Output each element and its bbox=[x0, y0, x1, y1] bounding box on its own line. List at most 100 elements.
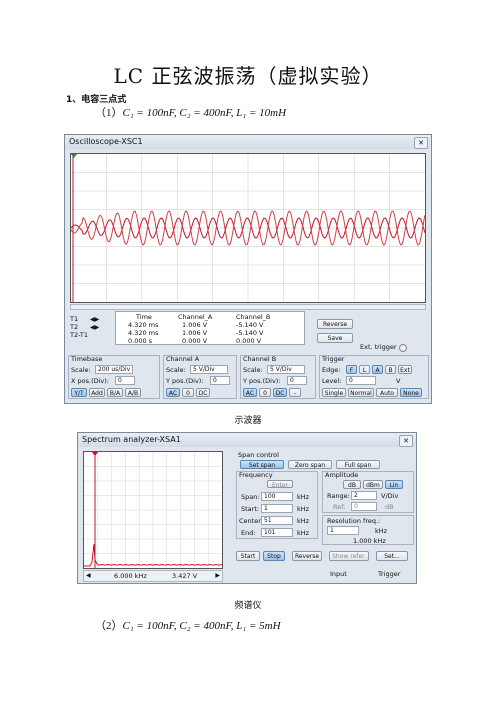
timebase-xpos-label: X pos.(Div): bbox=[71, 377, 109, 385]
page-title: LC 正弦波振荡（虚拟实验） bbox=[113, 64, 383, 88]
dbm-button[interactable]: dBm bbox=[363, 480, 383, 489]
channel-b-dc-button[interactable]: DC bbox=[273, 388, 287, 397]
ext-trigger-connector[interactable] bbox=[399, 344, 407, 352]
frequency-title: Frequency bbox=[239, 471, 273, 479]
full-span-button[interactable]: Full span bbox=[336, 460, 380, 469]
channel-b-invert-button[interactable]: - bbox=[289, 388, 301, 397]
none-mode-button[interactable]: None bbox=[400, 388, 422, 397]
channel-a-group: Channel A Scale: 5 V/Div Y pos.(Div): 0 … bbox=[163, 355, 237, 399]
reverse-spectrum-button[interactable]: Reverse bbox=[292, 551, 322, 561]
normal-mode-button[interactable]: Normal bbox=[348, 388, 374, 397]
formula-1-prefix: （1） bbox=[95, 107, 123, 119]
channel-a-scale-label: Scale: bbox=[166, 366, 186, 374]
t1-arrows-icon[interactable]: ◀▶ bbox=[90, 316, 99, 324]
channel-b-zero-button[interactable]: 0 bbox=[259, 388, 271, 397]
start-button[interactable]: Start bbox=[236, 551, 260, 561]
lin-button[interactable]: Lin bbox=[385, 480, 403, 489]
end-label: End: bbox=[241, 529, 256, 537]
readout-amplitude: 3.427 V bbox=[172, 572, 198, 580]
row-label-t2t1: T2-T1 bbox=[70, 331, 88, 339]
center-field[interactable]: 51 bbox=[261, 516, 293, 525]
channel-a-ypos-field[interactable]: 0 bbox=[210, 376, 230, 385]
spectrum-screen bbox=[83, 451, 223, 569]
amplitude-title: Amplitude bbox=[325, 471, 359, 479]
show-refer-button[interactable]: Show refer. bbox=[329, 551, 369, 561]
resolution-field[interactable]: 1 bbox=[327, 526, 359, 535]
caption-oscilloscope: 示波器 bbox=[234, 416, 262, 426]
trigger-source-b-button[interactable]: B bbox=[385, 365, 396, 374]
ab-mode-button[interactable]: A/B bbox=[125, 388, 141, 397]
timebase-scale-label: Scale: bbox=[71, 366, 91, 374]
spectrum-titlebar: Spectrum analyzer-XSA1 ✕ bbox=[78, 433, 416, 447]
timebase-group: Timebase Scale: 200 us/Div X pos.(Div): … bbox=[68, 355, 160, 399]
enter-button[interactable]: Enter bbox=[267, 480, 293, 489]
save-button[interactable]: Save bbox=[317, 333, 353, 343]
span-control-title: Span control bbox=[238, 451, 279, 459]
trigger-source-a-button[interactable]: A bbox=[372, 365, 383, 374]
channel-a-zero-button[interactable]: 0 bbox=[182, 388, 194, 397]
edge-falling-button[interactable]: F bbox=[346, 365, 357, 374]
oscilloscope-plot bbox=[70, 154, 426, 302]
channel-b-group: Channel B Scale: 5 V/Div Y pos.(Div): 0 … bbox=[240, 355, 316, 399]
range-unit: V/Div bbox=[381, 492, 399, 500]
oscilloscope-titlebar: Oscilloscope-XSC1 ✕ bbox=[65, 135, 431, 149]
input-label: Input bbox=[330, 570, 347, 578]
col-time-header: Time bbox=[136, 313, 152, 321]
channel-a-scale-field[interactable]: 5 V/Div bbox=[190, 365, 228, 374]
channel-b-ac-button[interactable]: AC bbox=[243, 388, 257, 397]
set-span-button[interactable]: Set span bbox=[240, 460, 284, 469]
auto-mode-button[interactable]: Auto bbox=[376, 388, 398, 397]
stop-button[interactable]: Stop bbox=[263, 551, 285, 561]
close-icon[interactable]: ✕ bbox=[414, 137, 428, 149]
col-channel-b-header: Channel_B bbox=[236, 313, 271, 321]
single-mode-button[interactable]: Single bbox=[322, 388, 346, 397]
ref-field[interactable]: 0 bbox=[351, 502, 377, 511]
add-mode-button[interactable]: Add bbox=[89, 388, 105, 397]
spectrum-plot bbox=[84, 452, 223, 568]
channel-b-ypos-field[interactable]: 0 bbox=[287, 376, 307, 385]
center-unit: kHz bbox=[297, 517, 310, 525]
channel-b-scale-field[interactable]: 5 V/Div bbox=[267, 365, 305, 374]
oscilloscope-title: Oscilloscope-XSC1 bbox=[69, 137, 143, 146]
trigger-source-ext-button[interactable]: Ext bbox=[398, 365, 412, 374]
horizontal-scrollbar[interactable] bbox=[70, 304, 426, 310]
formula-2: （2）C₁ = 100nF, C₂ = 400nF, L₁ = 5mH bbox=[95, 617, 281, 633]
row-label-t1: T1 bbox=[70, 315, 79, 323]
settings-button[interactable]: Set... bbox=[376, 551, 408, 561]
end-field[interactable]: 101 bbox=[261, 528, 293, 537]
db-button[interactable]: dB bbox=[343, 480, 361, 489]
formula-2-prefix: （2） bbox=[95, 620, 123, 632]
range-label: Range: bbox=[327, 492, 350, 500]
yt-mode-button[interactable]: Y/T bbox=[71, 388, 87, 397]
spectrum-readout-bar: ◀ 6.000 kHz 3.427 V ▶ bbox=[83, 570, 223, 582]
spectrum-cursor-marker[interactable] bbox=[92, 452, 98, 456]
trigger-edge-label: Edge: bbox=[322, 366, 341, 374]
trigger-label: Trigger bbox=[378, 570, 401, 578]
t2-arrows-icon[interactable]: ◀▶ bbox=[90, 324, 99, 332]
left-arrow-icon[interactable]: ◀ bbox=[86, 572, 91, 580]
start-field[interactable]: 1 bbox=[261, 504, 293, 513]
span-label: Span: bbox=[241, 493, 260, 501]
timebase-scale-field[interactable]: 200 us/Div bbox=[95, 365, 133, 374]
right-arrow-icon[interactable]: ▶ bbox=[215, 572, 220, 580]
caption-spectrum: 频谱仪 bbox=[234, 601, 262, 611]
zero-span-button[interactable]: Zero span bbox=[288, 460, 332, 469]
channel-a-dc-button[interactable]: DC bbox=[196, 388, 210, 397]
t1-channel-b: -5.140 V bbox=[236, 321, 264, 329]
channel-a-ac-button[interactable]: AC bbox=[166, 388, 180, 397]
trigger-level-field[interactable]: 0 bbox=[346, 376, 376, 385]
cursor-arrows[interactable]: ◀▶ ◀▶ bbox=[90, 316, 99, 332]
close-icon[interactable]: ✕ bbox=[399, 435, 413, 447]
timebase-xpos-field[interactable]: 0 bbox=[115, 376, 135, 385]
oscilloscope-screen bbox=[70, 153, 426, 303]
t2t1-channel-a: 0.000 V bbox=[182, 337, 208, 345]
trigger-level-unit: V bbox=[396, 377, 401, 385]
reverse-button[interactable]: Reverse bbox=[317, 319, 353, 329]
formula-2-text: C₁ = 100nF, C₂ = 400nF, L₁ = 5mH bbox=[122, 620, 281, 632]
ba-mode-button[interactable]: B/A bbox=[107, 388, 123, 397]
edge-rising-button[interactable]: L bbox=[359, 365, 370, 374]
span-field[interactable]: 100 bbox=[261, 492, 293, 501]
cursor-t1-marker[interactable] bbox=[71, 154, 77, 158]
span-unit: kHz bbox=[297, 493, 310, 501]
range-field[interactable]: 2 bbox=[351, 491, 377, 500]
